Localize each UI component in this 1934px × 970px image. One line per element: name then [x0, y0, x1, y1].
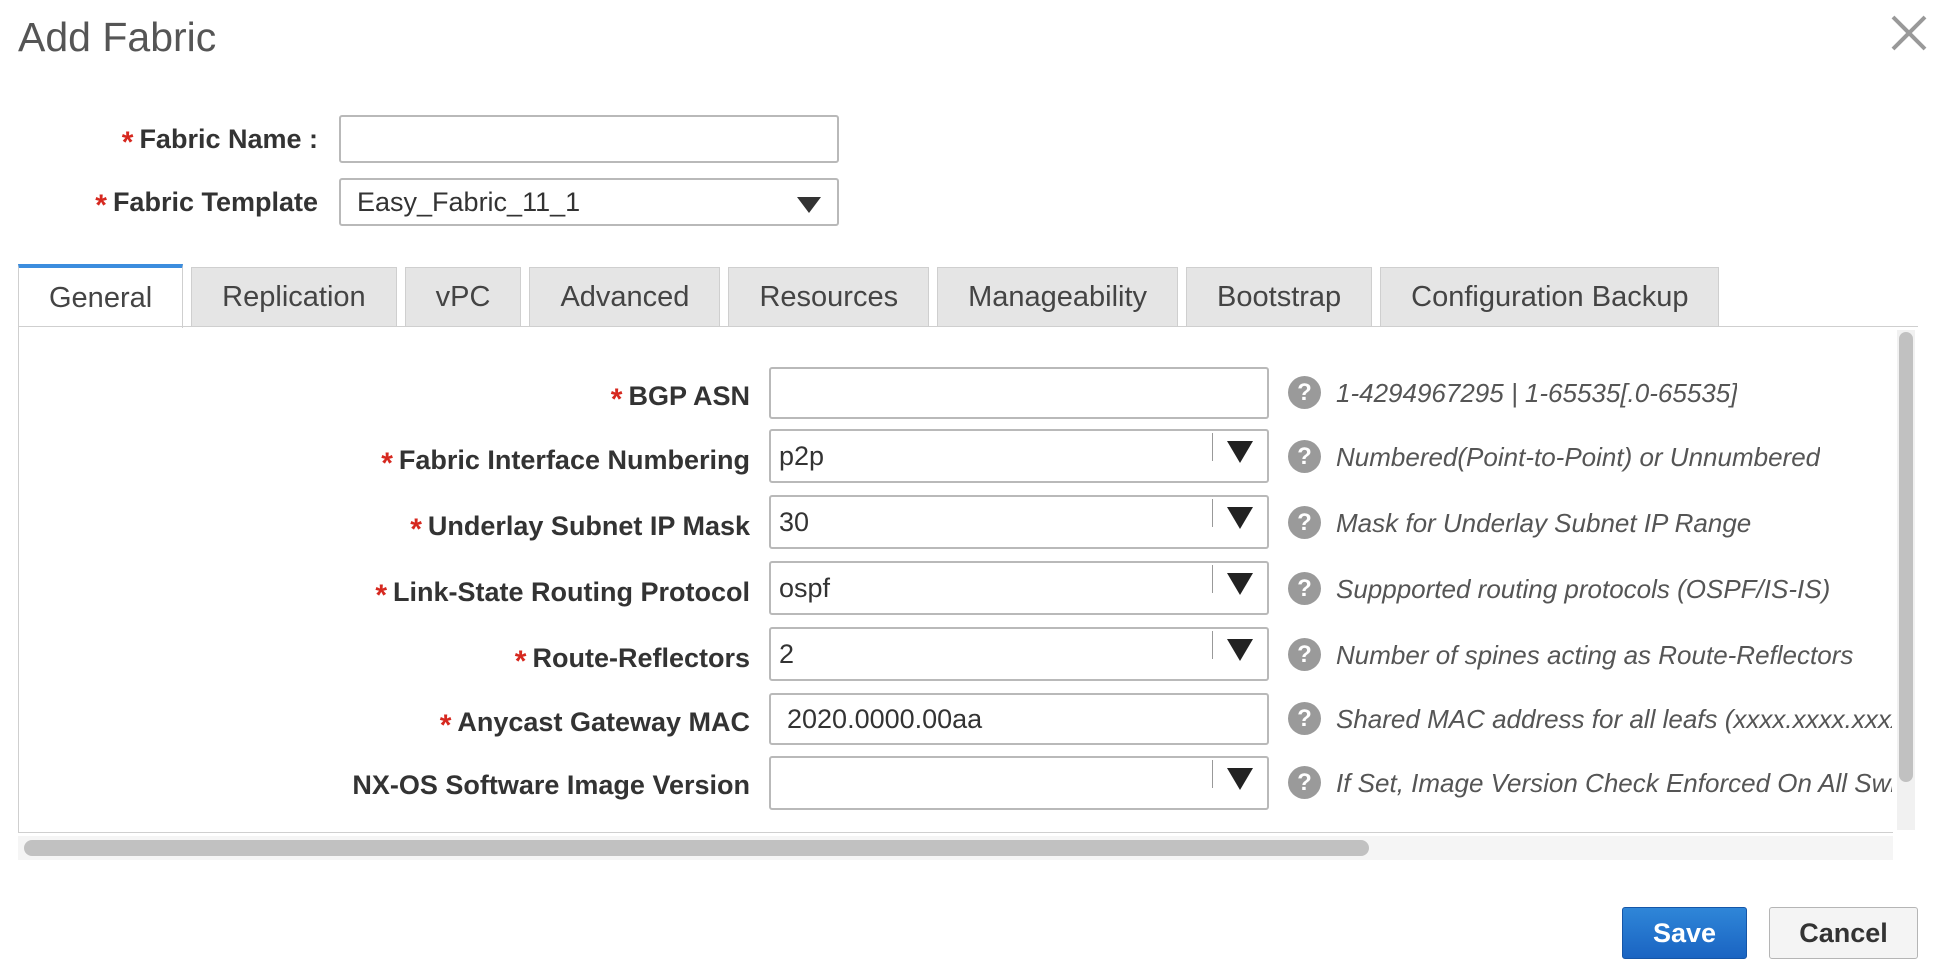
panel-border [18, 327, 19, 832]
chevron-down-icon [1227, 441, 1253, 463]
chevron-down-icon [797, 197, 821, 213]
horizontal-scrollbar-thumb[interactable] [24, 840, 1369, 856]
required-marker: * [375, 579, 387, 612]
help-icon[interactable]: ? [1288, 572, 1321, 605]
fabric-interface-numbering-help: Numbered(Point-to-Point) or Unnumbered [1336, 442, 1821, 472]
help-icon[interactable]: ? [1288, 376, 1321, 409]
dialog-title: Add Fabric [18, 14, 217, 60]
required-marker: * [381, 447, 393, 480]
bgp-asn-help: 1-4294967295 | 1-65535[.0-65535] [1336, 378, 1738, 408]
select-divider [1212, 760, 1213, 788]
cancel-button[interactable]: Cancel [1769, 907, 1918, 959]
fabric-interface-numbering-label-text: Fabric Interface Numbering [398, 445, 750, 475]
underlay-subnet-ip-mask-value: 30 [779, 506, 810, 537]
fabric-name-label-text: Fabric Name : [139, 124, 318, 154]
required-marker: * [121, 126, 134, 159]
fabric-interface-numbering-label: * Fabric Interface Numbering [381, 445, 750, 481]
nxos-image-version-label-text: NX-OS Software Image Version [352, 770, 750, 800]
chevron-down-icon [1227, 507, 1253, 529]
required-marker: * [610, 383, 623, 416]
save-button[interactable]: Save [1622, 907, 1747, 959]
underlay-subnet-ip-mask-select[interactable]: 30 [769, 495, 1269, 549]
bgp-asn-input[interactable] [769, 367, 1269, 419]
route-reflectors-label-text: Route-Reflectors [532, 643, 750, 673]
help-icon[interactable]: ? [1288, 702, 1321, 735]
help-icon[interactable]: ? [1288, 506, 1321, 539]
route-reflectors-help: Number of spines acting as Route-Reflect… [1336, 640, 1854, 670]
link-state-routing-protocol-help: Suppported routing protocols (OSPF/IS-IS… [1336, 574, 1831, 604]
bgp-asn-label-text: BGP ASN [628, 381, 750, 411]
anycast-gateway-mac-help: Shared MAC address for all leafs (xxxx.x… [1336, 704, 1892, 734]
close-icon[interactable] [1886, 10, 1932, 56]
tab-divider [18, 326, 1918, 327]
required-marker: * [410, 513, 422, 546]
chevron-down-icon [1227, 573, 1253, 595]
nxos-image-version-label: NX-OS Software Image Version [352, 770, 750, 801]
nxos-image-version-help: If Set, Image Version Check Enforced On … [1336, 768, 1892, 798]
chevron-down-icon [1227, 768, 1253, 790]
tab-replication[interactable]: Replication [191, 267, 397, 327]
tab-resources[interactable]: Resources [728, 267, 930, 327]
underlay-subnet-ip-mask-help: Mask for Underlay Subnet IP Range [1336, 508, 1752, 538]
link-state-routing-protocol-value: ospf [779, 572, 831, 603]
required-marker: * [514, 645, 527, 678]
fabric-template-select[interactable]: Easy_Fabric_11_1 [339, 178, 839, 226]
select-divider [1212, 631, 1213, 659]
tab-vpc[interactable]: vPC [404, 267, 522, 327]
underlay-subnet-ip-mask-label-text: Underlay Subnet IP Mask [427, 511, 750, 541]
required-marker: * [95, 189, 107, 222]
fabric-interface-numbering-value: p2p [779, 440, 825, 471]
chevron-down-icon [1227, 639, 1253, 661]
nxos-image-version-select[interactable] [769, 756, 1269, 810]
anycast-gateway-mac-label-text: Anycast Gateway MAC [457, 707, 750, 737]
select-divider [1212, 565, 1213, 593]
help-icon[interactable]: ? [1288, 440, 1321, 473]
help-icon[interactable]: ? [1288, 638, 1321, 671]
link-state-routing-protocol-select[interactable]: ospf [769, 561, 1269, 615]
tab-bootstrap[interactable]: Bootstrap [1186, 267, 1373, 327]
route-reflectors-select[interactable]: 2 [769, 627, 1269, 681]
anycast-gateway-mac-label: * Anycast Gateway MAC [440, 707, 750, 743]
link-state-routing-protocol-label: * Link-State Routing Protocol [375, 577, 750, 613]
underlay-subnet-ip-mask-label: * Underlay Subnet IP Mask [410, 511, 750, 547]
anycast-gateway-mac-input[interactable]: 2020.0000.00aa [769, 693, 1269, 745]
select-divider [1212, 433, 1213, 461]
select-divider [1212, 499, 1213, 527]
required-marker: * [439, 709, 452, 742]
tab-configuration-backup[interactable]: Configuration Backup [1380, 267, 1720, 327]
fabric-template-value: Easy_Fabric_11_1 [357, 186, 581, 217]
route-reflectors-label: * Route-Reflectors [515, 643, 750, 679]
panel-bottom-border [18, 832, 1893, 833]
fabric-template-label-text: Fabric Template [112, 187, 318, 217]
bgp-asn-label: * BGP ASN [611, 381, 750, 417]
tab-advanced[interactable]: Advanced [529, 267, 721, 327]
tab-manageability[interactable]: Manageability [937, 267, 1179, 327]
fabric-name-input[interactable] [339, 115, 839, 163]
link-state-routing-protocol-label-text: Link-State Routing Protocol [393, 577, 750, 607]
help-icon[interactable]: ? [1288, 766, 1321, 799]
vertical-scrollbar-thumb[interactable] [1899, 332, 1913, 782]
route-reflectors-value: 2 [779, 638, 795, 669]
tab-bar: General Replication vPC Advanced Resourc… [18, 263, 1727, 328]
fabric-name-label: * Fabric Name : [122, 124, 318, 160]
tab-general[interactable]: General [18, 264, 184, 328]
fabric-template-label: * Fabric Template [95, 187, 318, 223]
fabric-interface-numbering-select[interactable]: p2p [769, 429, 1269, 483]
